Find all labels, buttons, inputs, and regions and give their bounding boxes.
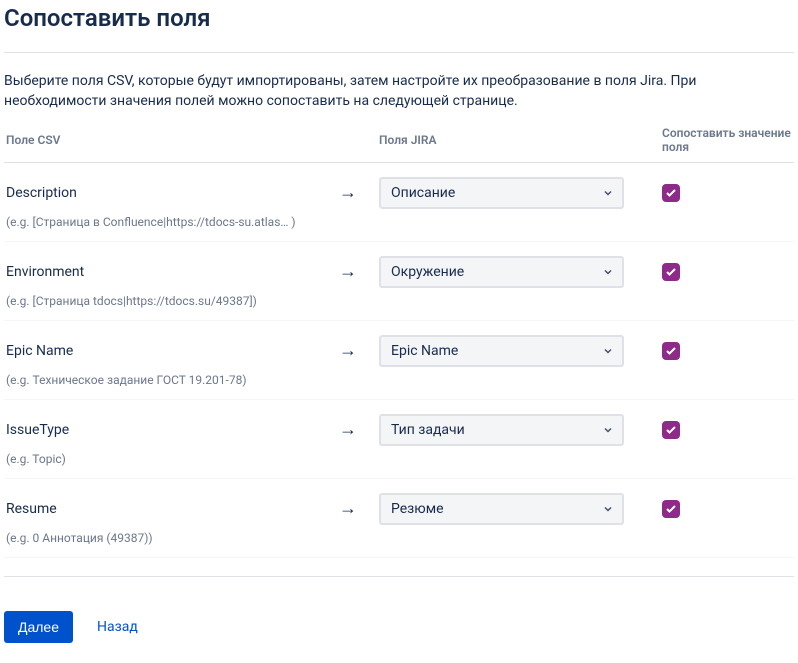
chevron-down-icon <box>602 345 614 357</box>
chevron-down-icon <box>602 503 614 515</box>
jira-field-value: Тип задачи <box>391 422 465 438</box>
jira-field-select[interactable]: Окружение <box>379 256 624 288</box>
csv-field-example: (e.g. Topic) <box>6 452 326 466</box>
map-value-checkbox[interactable] <box>662 421 680 439</box>
jira-field-value: Резюме <box>391 501 444 517</box>
arrow-icon: → <box>339 500 357 518</box>
divider <box>4 576 794 577</box>
jira-field-value: Epic Name <box>391 343 458 359</box>
chevron-down-icon <box>602 187 614 199</box>
csv-field-name: Environment <box>6 264 339 280</box>
jira-field-select[interactable]: Тип задачи <box>379 414 624 446</box>
arrow-icon: → <box>339 184 357 202</box>
header-map: Сопоставить значение поля <box>624 126 794 154</box>
csv-field-example: (e.g. [Страница в Confluence|https://tdo… <box>6 215 326 229</box>
chevron-down-icon <box>602 424 614 436</box>
map-value-checkbox[interactable] <box>662 342 680 360</box>
back-link[interactable]: Назад <box>97 619 138 635</box>
table-header: Поле CSV Поля JIRA Сопоставить значение … <box>4 126 794 163</box>
csv-field-name: IssueType <box>6 422 339 438</box>
jira-field-select[interactable]: Резюме <box>379 493 624 525</box>
map-value-checkbox[interactable] <box>662 500 680 518</box>
csv-field-name: Description <box>6 185 339 201</box>
header-csv: Поле CSV <box>4 133 339 147</box>
csv-field-example: (e.g. [Страница tdocs|https://tdocs.su/4… <box>6 294 326 308</box>
jira-field-value: Описание <box>391 185 455 201</box>
footer: Далее Назад <box>4 611 794 643</box>
arrow-icon: → <box>339 342 357 360</box>
chevron-down-icon <box>602 266 614 278</box>
next-button[interactable]: Далее <box>4 611 73 643</box>
table-row: Description → Описание (e.g. [Страница в… <box>4 163 794 242</box>
table-row: Epic Name → Epic Name (e.g. Техническое … <box>4 321 794 400</box>
jira-field-select[interactable]: Описание <box>379 177 624 209</box>
csv-field-name: Epic Name <box>6 343 339 359</box>
header-jira: Поля JIRA <box>369 133 624 147</box>
divider <box>4 52 794 53</box>
arrow-icon: → <box>339 421 357 439</box>
page-title: Сопоставить поля <box>4 4 794 32</box>
jira-field-select[interactable]: Epic Name <box>379 335 624 367</box>
table-row: Resume → Резюме (e.g. 0 Аннотация (49387… <box>4 479 794 558</box>
map-value-checkbox[interactable] <box>662 184 680 202</box>
map-value-checkbox[interactable] <box>662 263 680 281</box>
csv-field-example: (e.g. Техническое задание ГОСТ 19.201-78… <box>6 373 326 387</box>
csv-field-example: (e.g. 0 Аннотация (49387)) <box>6 531 326 545</box>
csv-field-name: Resume <box>6 501 339 517</box>
intro-text: Выберите поля CSV, которые будут импорти… <box>4 71 794 112</box>
table-row: Environment → Окружение (e.g. [Страница … <box>4 242 794 321</box>
jira-field-value: Окружение <box>391 264 464 280</box>
table-row: IssueType → Тип задачи (e.g. Topic) <box>4 400 794 479</box>
arrow-icon: → <box>339 263 357 281</box>
